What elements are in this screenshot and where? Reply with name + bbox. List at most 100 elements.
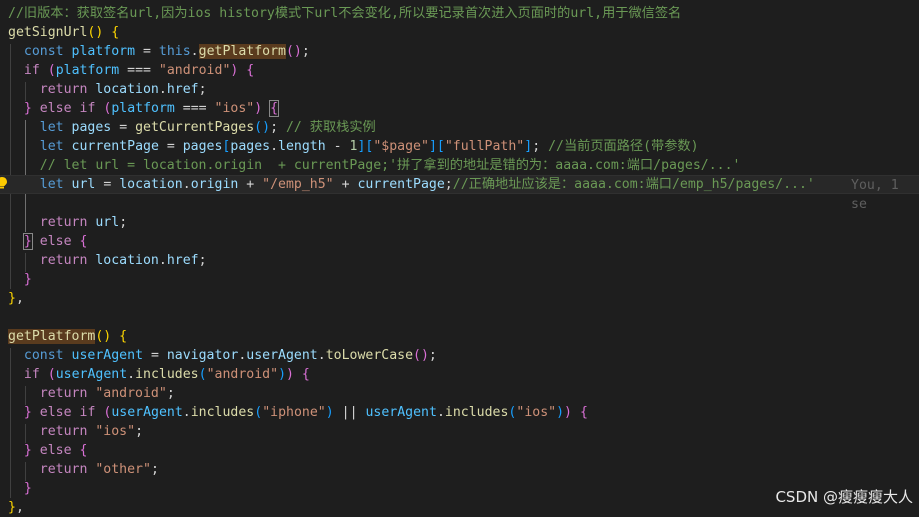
code-line[interactable]: return "other";	[0, 460, 919, 479]
code-line[interactable]	[0, 194, 919, 213]
code-token: if	[79, 405, 96, 420]
code-token: location	[95, 253, 159, 268]
code-token: ;	[119, 215, 128, 230]
code-line[interactable]: }	[0, 270, 919, 289]
code-token: ;	[150, 462, 159, 477]
code-line[interactable]: if (platform === "android") {	[0, 61, 919, 80]
code-token: return	[39, 424, 88, 439]
code-token: userAgent	[246, 348, 318, 363]
code-line[interactable]: if (userAgent.includes("android")) {	[0, 365, 919, 384]
code-token: ]	[428, 139, 437, 154]
code-token: includes	[135, 367, 199, 382]
code-token: ;	[198, 253, 207, 268]
code-line[interactable]: let currentPage = pages[pages.length - 1…	[0, 137, 919, 156]
code-line[interactable]: return url;	[0, 213, 919, 232]
code-token: if	[23, 367, 40, 382]
code-line[interactable]: } else if (platform === "ios") {	[0, 99, 919, 118]
code-token: ;	[532, 139, 549, 154]
code-token: )	[286, 367, 294, 382]
code-line[interactable]: const platform = this.getPlatform();	[0, 42, 919, 61]
code-token: ,	[15, 291, 24, 306]
code-token: }	[23, 443, 32, 458]
code-token: .	[317, 348, 326, 363]
code-line[interactable]: getPlatform() {	[0, 327, 919, 346]
code-line[interactable]: } else if (userAgent.includes("iphone") …	[0, 403, 919, 422]
code-token: getPlatform	[198, 44, 286, 59]
code-line[interactable]: return location.href;	[0, 251, 919, 270]
code-token: includes	[190, 405, 255, 420]
code-line[interactable]: let pages = getCurrentPages(); // 获取栈实例	[0, 118, 919, 137]
code-line[interactable]: return "ios";	[0, 422, 919, 441]
code-line[interactable]	[0, 308, 919, 327]
code-token: }	[23, 272, 32, 287]
code-token: ;	[444, 177, 453, 192]
code-line[interactable]: },	[0, 289, 919, 308]
code-token: ===	[174, 101, 215, 116]
code-line[interactable]: const userAgent = navigator.userAgent.to…	[0, 346, 919, 365]
code-line[interactable]: } else {	[0, 232, 919, 251]
code-token: (	[198, 367, 207, 382]
code-token: // 获取栈实例	[285, 120, 376, 135]
code-token: (	[47, 367, 56, 382]
code-token: }	[23, 481, 32, 496]
code-token: "other"	[95, 462, 151, 477]
code-line[interactable]: // let url = location.origin + currentPa…	[0, 156, 919, 175]
watermark: CSDN @瘦瘦瘦大人	[775, 488, 913, 506]
code-token: toLowerCase	[325, 348, 414, 363]
code-line[interactable]: } else {	[0, 441, 919, 460]
code-token: =	[143, 348, 167, 363]
code-token: pages	[182, 139, 223, 154]
code-line[interactable]: return "android";	[0, 384, 919, 403]
code-token: else	[39, 101, 72, 116]
code-token: else	[39, 234, 72, 249]
code-line[interactable]: return location.href;	[0, 80, 919, 99]
code-editor[interactable]: //旧版本：获取签名url,因为ios history模式下url不会变化,所以…	[0, 0, 919, 515]
code-token: //正确地址应该是：aaaa.com:端口/emp_h5/pages/...'	[452, 177, 815, 192]
code-token: pages	[230, 139, 271, 154]
code-line[interactable]: //旧版本：获取签名url,因为ios history模式下url不会变化,所以…	[0, 4, 919, 23]
code-token: length	[278, 139, 326, 154]
code-token: "$page"	[373, 139, 429, 154]
code-token: //旧版本：获取签名url,因为ios history模式下url不会变化,所以…	[8, 6, 682, 21]
code-token: +	[333, 177, 358, 192]
lightbulb-icon[interactable]	[0, 177, 7, 189]
code-token: href	[166, 253, 199, 268]
code-token: origin	[190, 177, 239, 192]
code-token: ;	[270, 120, 286, 135]
code-line[interactable]: getSignUrl() {	[0, 23, 919, 42]
code-token: getCurrentPages	[135, 120, 255, 135]
code-line-current[interactable]: let url = location.origin + "/emp_h5" + …	[0, 175, 919, 194]
code-token: .	[182, 177, 191, 192]
code-token: getPlatform	[8, 329, 96, 344]
code-token: const	[23, 348, 64, 363]
code-token: const	[23, 44, 64, 59]
code-token: ()	[87, 25, 112, 40]
code-token: }	[23, 405, 32, 420]
code-token: href	[166, 82, 199, 97]
code-token: url	[71, 177, 96, 192]
code-token: "ios"	[516, 405, 557, 420]
code-token: +	[238, 177, 263, 192]
code-token: "iphone"	[262, 405, 326, 420]
code-token: )	[254, 101, 263, 116]
code-token: )	[325, 405, 334, 420]
